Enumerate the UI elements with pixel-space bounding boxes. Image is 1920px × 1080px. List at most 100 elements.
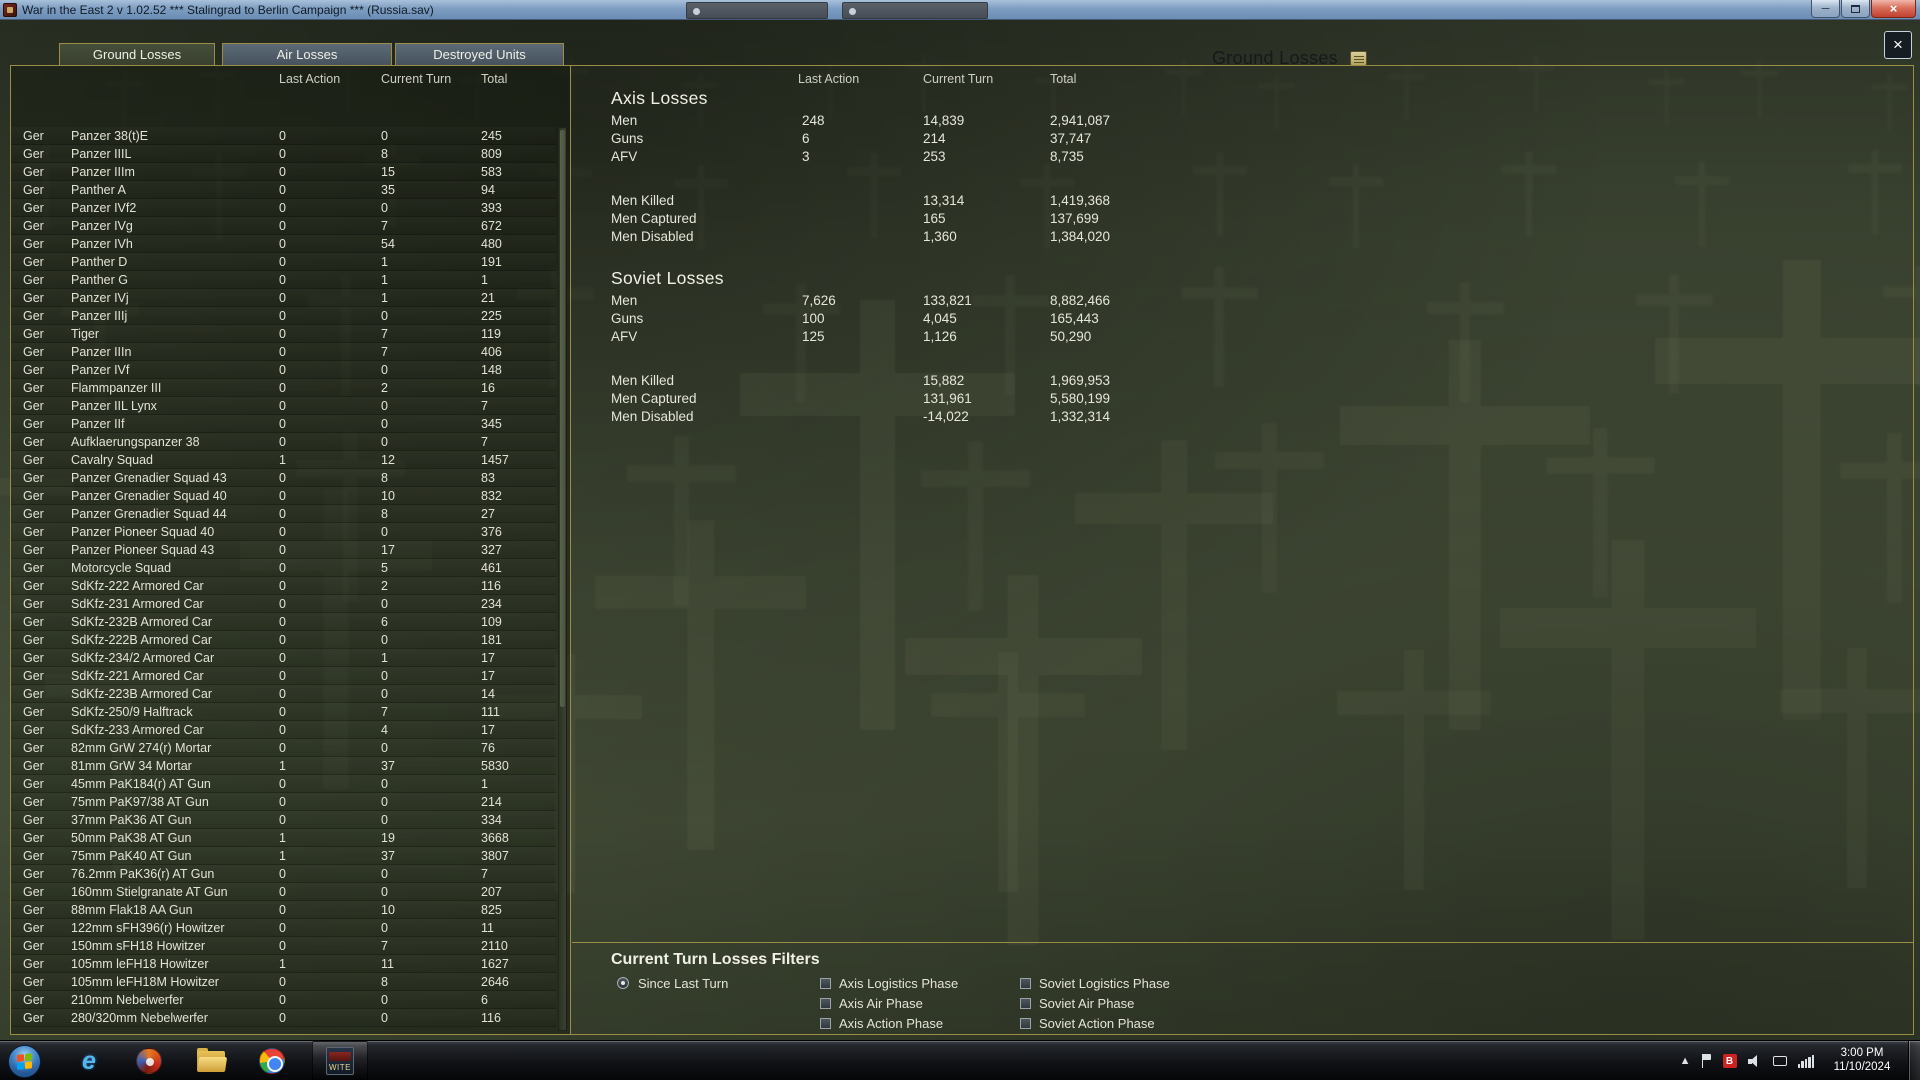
background-window-tab[interactable] bbox=[842, 2, 988, 19]
cell: 0 bbox=[279, 525, 286, 539]
tab-destroyed-units[interactable]: Destroyed Units bbox=[395, 43, 564, 65]
losses-summary-panel: Last Action Current Turn Total Axis Loss… bbox=[572, 66, 1913, 1034]
start-button[interactable] bbox=[8, 1045, 41, 1078]
cell: 0 bbox=[381, 201, 388, 215]
cell: 83 bbox=[481, 471, 495, 485]
cell: 0 bbox=[279, 471, 286, 485]
table-row: GerSdKfz-221 Armored Car0017 bbox=[11, 667, 556, 685]
display-settings-button[interactable] bbox=[1773, 1056, 1787, 1066]
media-player-button[interactable] bbox=[131, 1043, 167, 1079]
cell: 35 bbox=[381, 183, 395, 197]
cell: Ger bbox=[23, 597, 44, 611]
show-desktop-button[interactable] bbox=[1909, 1041, 1920, 1080]
minimize-button[interactable]: ─ bbox=[1811, 0, 1840, 18]
phase-checkbox[interactable] bbox=[1020, 998, 1031, 1009]
cell: 1 bbox=[381, 273, 388, 287]
cell: Ger bbox=[23, 273, 44, 287]
cell: Panzer IIIn bbox=[71, 345, 131, 359]
phase-checkbox[interactable] bbox=[820, 978, 831, 989]
cell: 2,941,087 bbox=[1050, 113, 1110, 128]
chrome-button[interactable] bbox=[254, 1043, 290, 1079]
cell: 125 bbox=[802, 329, 825, 344]
notes-icon[interactable] bbox=[1350, 51, 1367, 66]
cell: 0 bbox=[381, 795, 388, 809]
table-row: Ger160mm Stielgranate AT Gun00207 bbox=[11, 883, 556, 901]
scrollbar-thumb[interactable] bbox=[560, 130, 565, 707]
cell: 0 bbox=[279, 255, 286, 269]
cell: 0 bbox=[381, 417, 388, 431]
cell: Panzer 38(t)E bbox=[71, 129, 148, 143]
cell: SdKfz-223B Armored Car bbox=[71, 687, 212, 701]
losses-row: Men Killed15,8821,969,953 bbox=[611, 372, 1251, 390]
cell: 0 bbox=[279, 885, 286, 899]
table-row: GerSdKfz-234/2 Armored Car0117 bbox=[11, 649, 556, 667]
phase-checkbox[interactable] bbox=[820, 998, 831, 1009]
cell: Men Killed bbox=[611, 193, 674, 208]
taskbar-clock[interactable]: 3:00 PM 11/10/2024 bbox=[1818, 1046, 1906, 1074]
column-header-last-action: Last Action bbox=[279, 72, 340, 86]
cell: Ger bbox=[23, 849, 44, 863]
system-tray: ▲ B bbox=[1680, 1041, 1814, 1080]
cell: 4,045 bbox=[923, 311, 957, 326]
cell: 7 bbox=[381, 705, 388, 719]
cell: 1 bbox=[381, 255, 388, 269]
antivirus-tray-button[interactable]: B bbox=[1723, 1054, 1737, 1068]
losses-row: AFV32538,735 bbox=[611, 148, 1251, 166]
table-row: GerPanzer IVf00148 bbox=[11, 361, 556, 379]
column-header-total: Total bbox=[481, 72, 507, 86]
internet-explorer-button[interactable]: e bbox=[71, 1043, 107, 1079]
phase-checkbox[interactable] bbox=[1020, 978, 1031, 989]
cell: -14,022 bbox=[923, 409, 969, 424]
action-center-button[interactable] bbox=[1702, 1054, 1712, 1068]
maximize-button[interactable] bbox=[1841, 0, 1870, 18]
cell: 280/320mm Nebelwerfer bbox=[71, 1011, 208, 1025]
cell: 225 bbox=[481, 309, 502, 323]
cell: 14 bbox=[481, 687, 495, 701]
cell: 0 bbox=[279, 543, 286, 557]
cell: 0 bbox=[279, 1011, 286, 1025]
windows-explorer-button[interactable] bbox=[193, 1043, 229, 1079]
cell: Ger bbox=[23, 1011, 44, 1025]
cell: 0 bbox=[381, 777, 388, 791]
show-hidden-icons-button[interactable]: ▲ bbox=[1680, 1055, 1691, 1067]
cell: Ger bbox=[23, 975, 44, 989]
cell: 75mm PaK97/38 AT Gun bbox=[71, 795, 209, 809]
network-button[interactable] bbox=[1798, 1055, 1815, 1068]
cell: Ger bbox=[23, 147, 44, 161]
cell: 0 bbox=[279, 435, 286, 449]
cell: Aufklaerungspanzer 38 bbox=[71, 435, 200, 449]
since-last-turn-radio[interactable] bbox=[617, 977, 629, 989]
cell: 19 bbox=[381, 831, 395, 845]
cell: SdKfz-232B Armored Car bbox=[71, 615, 212, 629]
cell: Panzer Grenadier Squad 43 bbox=[71, 471, 227, 485]
cell: 1 bbox=[279, 759, 286, 773]
cell: 0 bbox=[279, 399, 286, 413]
phase-checkbox[interactable] bbox=[1020, 1018, 1031, 1029]
cell: 0 bbox=[279, 273, 286, 287]
table-row: GerSdKfz-233 Armored Car0417 bbox=[11, 721, 556, 739]
wite2-taskbar-button[interactable]: WITE bbox=[312, 1041, 368, 1080]
tab-air-losses[interactable]: Air Losses bbox=[222, 43, 392, 65]
cell: 0 bbox=[279, 795, 286, 809]
cell: 37 bbox=[381, 849, 395, 863]
cell: Panzer IIf bbox=[71, 417, 125, 431]
background-window-tab[interactable] bbox=[686, 2, 828, 19]
antivirus-icon: B bbox=[1723, 1054, 1737, 1068]
losses-row: Men Disabled1,3601,384,020 bbox=[611, 228, 1251, 246]
tab-ground-losses[interactable]: Ground Losses bbox=[59, 43, 215, 65]
window-close-button[interactable]: × bbox=[1871, 0, 1916, 18]
cell: 119 bbox=[481, 327, 501, 341]
panel-close-button[interactable]: × bbox=[1884, 31, 1912, 59]
table-row: Ger75mm PaK40 AT Gun1373807 bbox=[11, 847, 556, 865]
losses-row: Guns1004,045165,443 bbox=[611, 310, 1251, 328]
cell: 50mm PaK38 AT Gun bbox=[71, 831, 191, 845]
cell: 0 bbox=[279, 129, 286, 143]
cell: 3668 bbox=[481, 831, 509, 845]
cell: 5 bbox=[381, 561, 388, 575]
cell: Ger bbox=[23, 831, 44, 845]
table-scrollbar bbox=[558, 127, 567, 1031]
volume-button[interactable] bbox=[1748, 1054, 1762, 1068]
table-row: GerTiger07119 bbox=[11, 325, 556, 343]
table-row: GerPanther D01191 bbox=[11, 253, 556, 271]
phase-checkbox[interactable] bbox=[820, 1018, 831, 1029]
